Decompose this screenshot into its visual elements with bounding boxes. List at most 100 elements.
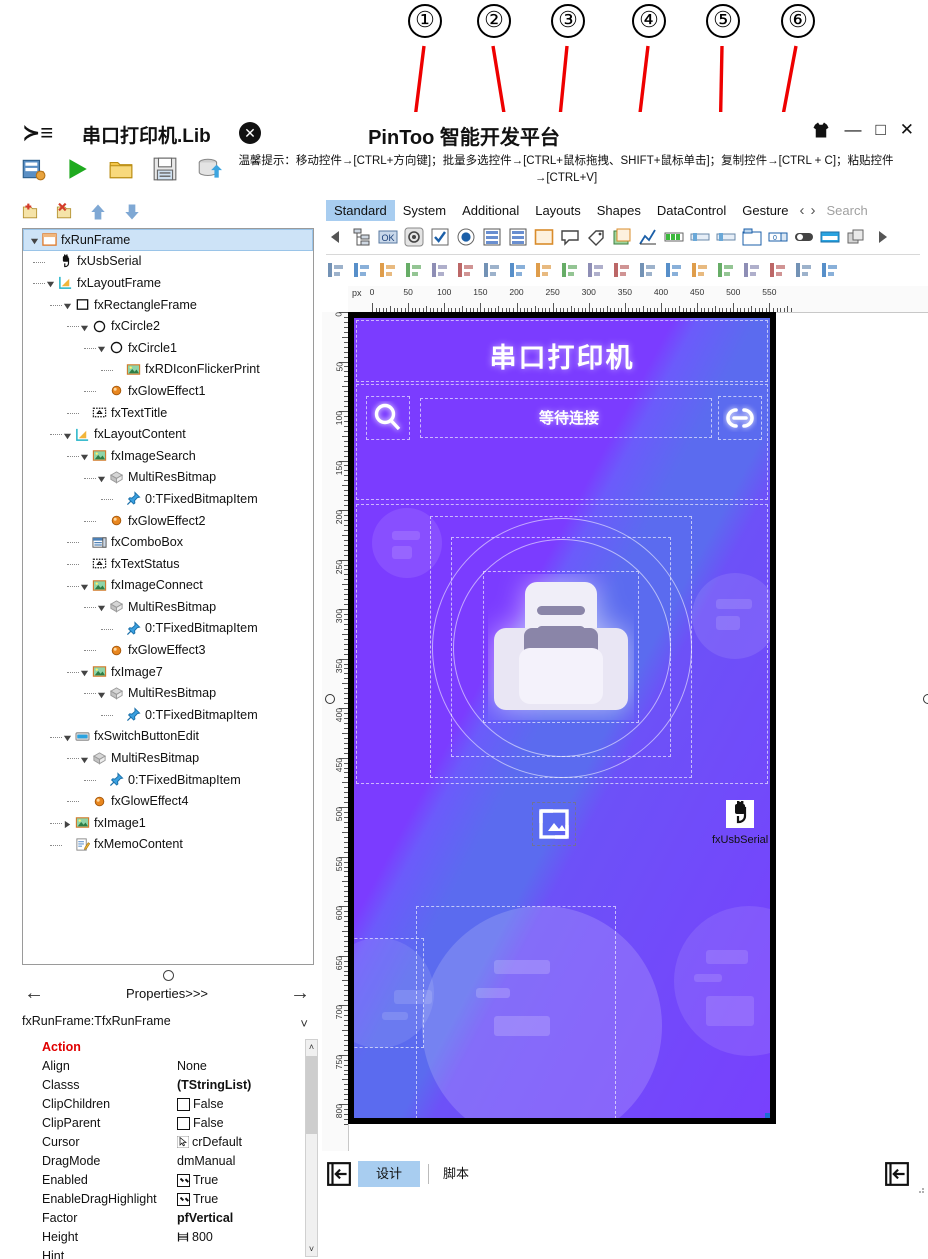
magnifier-icon[interactable] [371,401,405,435]
property-row-clipchildren[interactable]: ClipChildren False [22,1096,312,1115]
maximize-button[interactable]: □ [875,120,885,140]
space-h-icon[interactable] [482,260,502,280]
expander-down-icon[interactable] [63,732,72,742]
tree-node-fxgloweffect4[interactable]: fxGlowEffect4 [23,790,313,812]
chart-icon[interactable] [638,227,658,247]
chevron-down-icon[interactable]: ˅ [300,1016,308,1031]
expander-down-icon[interactable] [97,689,106,698]
bottom-align-icon[interactable] [820,260,840,280]
property-row-classs[interactable]: Classs (TStringList) [22,1077,312,1096]
tree-node-fxusbserial[interactable]: fxUsbSerial [23,251,313,273]
image1-bounds[interactable] [354,938,424,1048]
checkbox-icon[interactable] [177,1192,190,1206]
property-value[interactable]: False [177,1097,224,1111]
property-row-hint[interactable]: Hint [22,1248,312,1259]
scroll-down-icon[interactable]: ˅ [306,1242,317,1256]
new-project-icon[interactable] [20,156,46,182]
expander-down-icon[interactable] [97,473,106,483]
tree-node-fxtextstatus[interactable]: fxTextStatus [23,553,313,575]
property-value[interactable]: 800 [177,1230,213,1244]
device-screen[interactable]: 串口打印机 等待连接 fxUsbSerial [354,318,770,1118]
tree-node-multiresbitmap[interactable]: MultiResBitmap [23,747,313,769]
minimize-button[interactable]: — [844,120,861,140]
collapse-left-icon[interactable] [326,1161,352,1187]
spin-box-icon[interactable]: 0 [768,227,788,247]
expander-down-icon[interactable] [97,602,106,612]
list-view-icon[interactable] [508,227,528,247]
tab-control-icon[interactable] [742,227,762,247]
tree-node-fxcombobox[interactable]: fxComboBox [23,531,313,553]
design-canvas[interactable]: 串口打印机 等待连接 fxUsbSerial [325,312,928,1142]
tree-node-multiresbitmap[interactable]: MultiResBitmap [23,467,313,489]
space-v-icon[interactable] [534,260,554,280]
link-connect-icon[interactable] [723,404,757,432]
delete-node-icon[interactable] [54,202,74,222]
shrink-icon[interactable] [664,260,684,280]
expander-down-icon[interactable] [80,754,89,763]
tree-node-fxrunframe[interactable]: fxRunFrame [23,229,313,251]
align-bottom-icon[interactable] [404,260,424,280]
resize-grip[interactable] [915,1184,925,1194]
add-node-icon[interactable] [20,202,40,222]
expander-down-icon[interactable] [46,278,55,288]
palette-tab-shapes[interactable]: Shapes [589,200,649,221]
scroll-right-icon[interactable] [872,227,892,247]
usb-plug-icon[interactable] [726,800,755,828]
chevron-right-icon[interactable]: › [807,202,818,219]
property-value[interactable]: False [177,1116,224,1130]
palette-tab-layouts[interactable]: Layouts [527,200,589,221]
property-row-dragmode[interactable]: DragMode dmManual [22,1153,312,1172]
tree-node-fxtexttitle[interactable]: fxTextTitle [23,402,313,424]
property-row-action[interactable]: Action [22,1039,312,1058]
expander-down-icon[interactable] [63,430,72,439]
property-value[interactable]: None [177,1059,207,1073]
property-row-cursor[interactable]: Cursor crDefault [22,1134,312,1153]
switch-icon[interactable] [794,227,814,247]
save-icon[interactable] [152,156,178,182]
chevron-left-icon[interactable]: ‹ [796,202,807,219]
property-row-enabled[interactable]: Enabled True [22,1172,312,1191]
image-placeholder-icon[interactable] [537,807,571,841]
panel-icon[interactable] [534,227,554,247]
send-back-icon[interactable] [716,260,736,280]
tree-node-fxgloweffect2[interactable]: fxGlowEffect2 [23,510,313,532]
usb-serial-component[interactable]: fxUsbSerial [712,800,768,846]
expander-down-icon[interactable] [80,322,89,331]
expander-down-icon[interactable] [30,235,39,245]
tree-node-multiresbitmap[interactable]: MultiResBitmap [23,596,313,618]
group-icon[interactable] [742,260,762,280]
close-window-button[interactable]: ✕ [900,120,914,140]
device-frame[interactable]: 串口打印机 等待连接 fxUsbSerial [348,312,776,1124]
panel-resize-handle[interactable] [163,970,174,981]
ungroup-icon[interactable] [768,260,788,280]
component-tree[interactable]: fxRunFrame fxUsbSerial fxLayoutFrame fxRect… [22,228,314,965]
space-eq-v-icon[interactable] [560,260,580,280]
tree-node-fximageconnect[interactable]: fxImageConnect [23,575,313,597]
printer-icon[interactable] [488,574,634,720]
layers-icon[interactable] [846,227,866,247]
expander-down-icon[interactable] [80,667,89,677]
database-icon[interactable] [196,156,222,182]
checkbox-icon[interactable] [430,227,450,247]
tree-node-fxswitchbuttonedit[interactable]: fxSwitchButtonEdit [23,726,313,748]
center-h-icon[interactable] [430,260,450,280]
tree-node-fxlayoutcontent[interactable]: fxLayoutContent [23,423,313,445]
tree-node-0:tfixedbitmapitem[interactable]: 0:TFixedBitmapItem [23,704,313,726]
tree-node-multiresbitmap[interactable]: MultiResBitmap [23,682,313,704]
arrow-right-icon[interactable]: → [290,982,310,1005]
tab-design[interactable]: 设计 [358,1161,420,1187]
radio-button-icon[interactable] [456,227,476,247]
tree-node-fximage1[interactable]: fxImage1 [23,812,313,834]
tree-node-0:tfixedbitmapitem[interactable]: 0:TFixedBitmapItem [23,488,313,510]
palette-tab-gesture[interactable]: Gesture [734,200,796,221]
align-right-icon[interactable] [352,260,372,280]
selection-handle[interactable] [765,1113,770,1118]
property-value[interactable]: True [177,1173,218,1187]
size-v-icon[interactable] [612,260,632,280]
bring-front-icon[interactable] [690,260,710,280]
tree-node-fxcircle1[interactable]: fxCircle1 [23,337,313,359]
run-icon[interactable] [64,156,90,182]
palette-search-input[interactable]: Search [818,203,867,218]
property-value[interactable]: pfVertical [177,1211,233,1225]
property-value[interactable]: (TStringList) [177,1078,251,1092]
